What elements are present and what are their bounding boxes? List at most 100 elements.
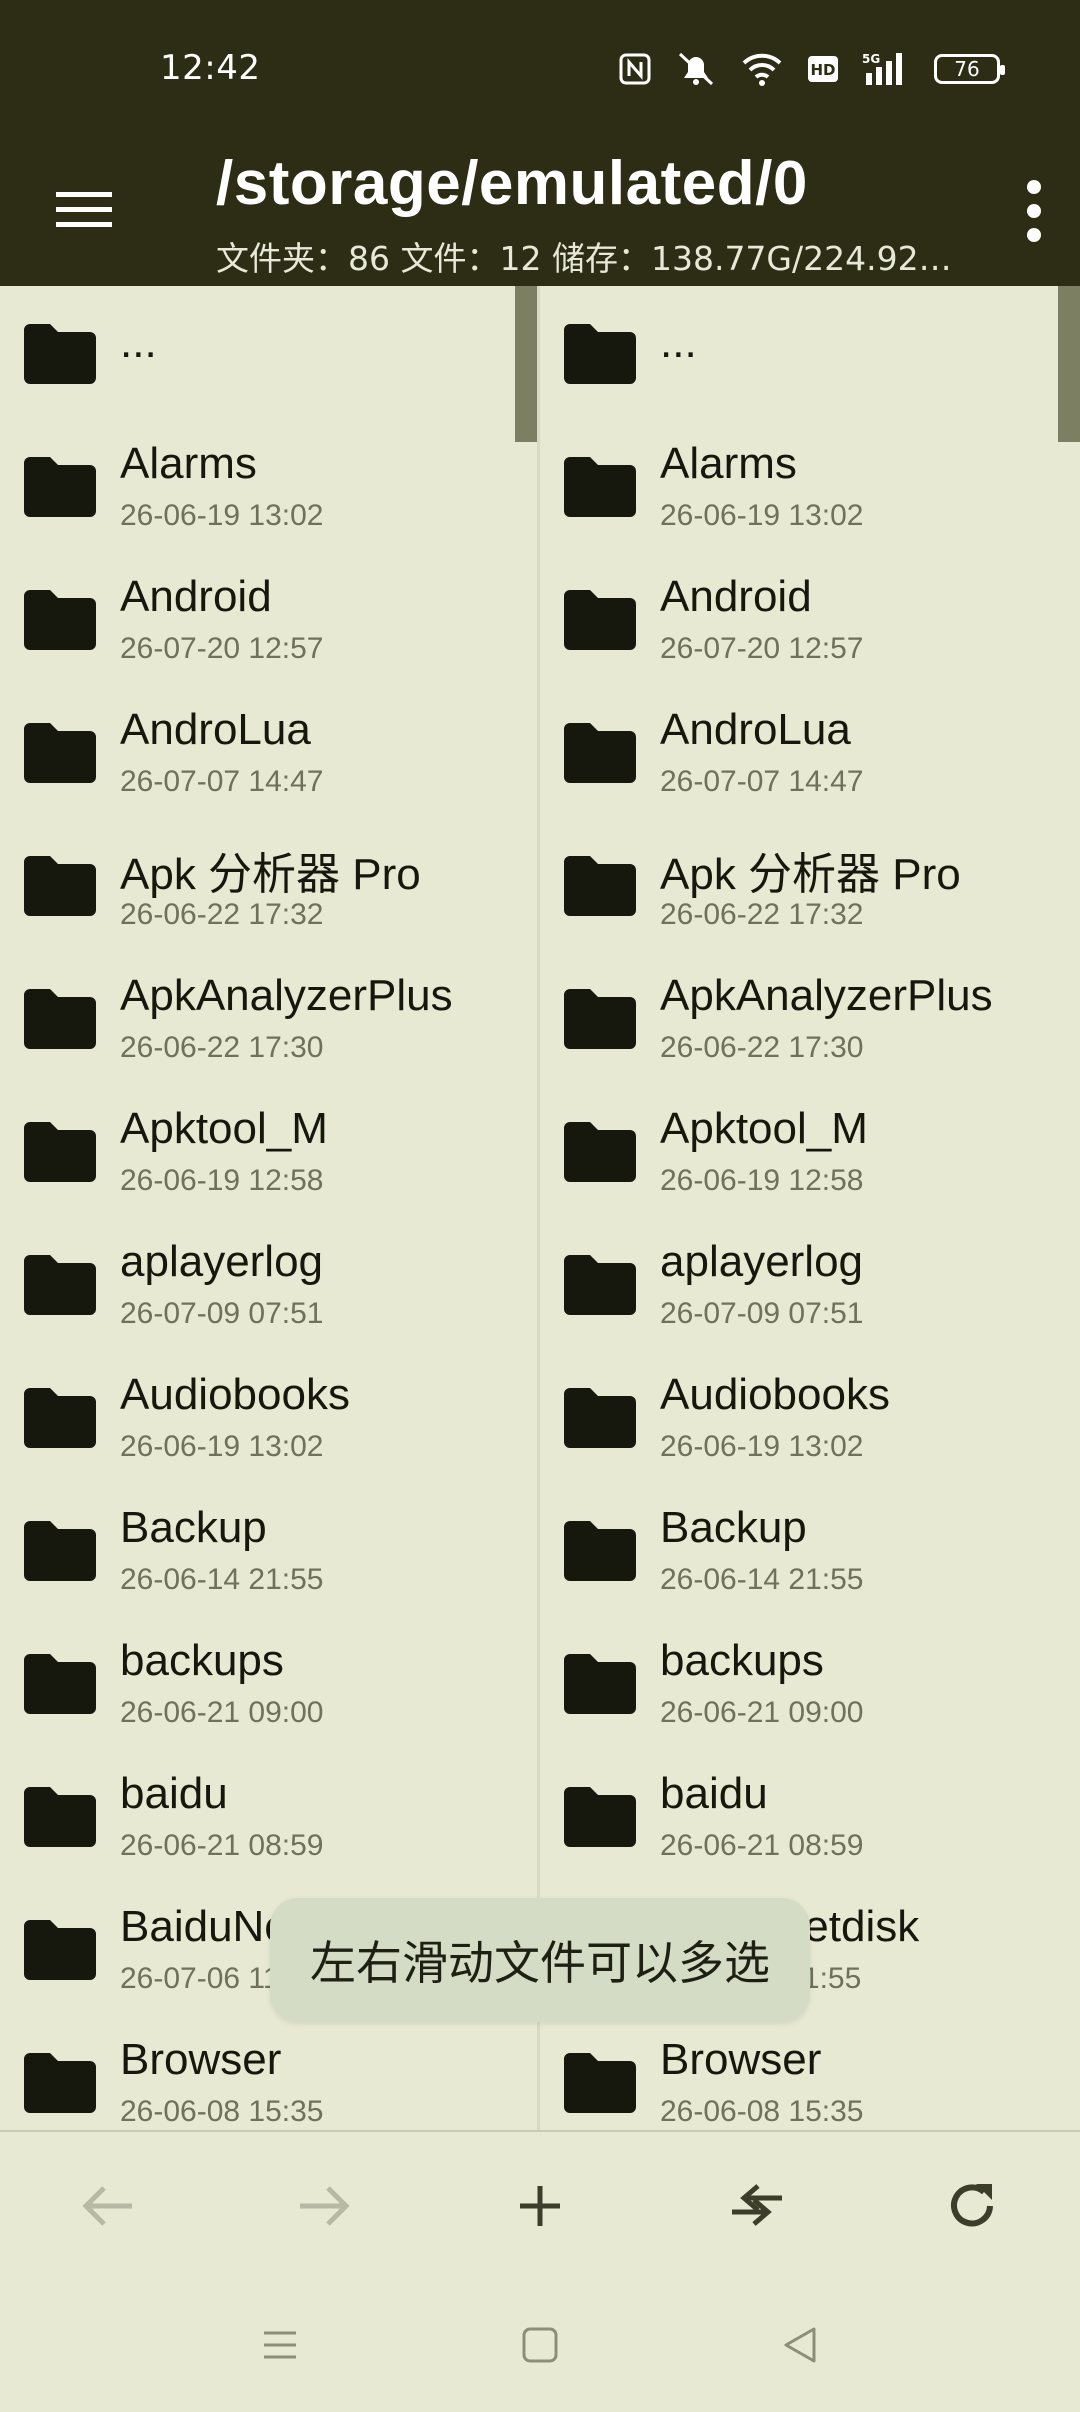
file-date: 26-07-20 12:57 <box>660 632 864 665</box>
back-button[interactable] <box>58 2156 158 2256</box>
recents-button[interactable] <box>245 2310 315 2380</box>
folder-icon <box>562 1519 638 1583</box>
file-row[interactable]: Audiobooks 26-06-19 13:02 <box>0 1350 537 1483</box>
file-name: AndroLua <box>120 705 311 754</box>
file-date: 26-06-22 17:32 <box>120 898 324 931</box>
home-button[interactable] <box>505 2310 575 2380</box>
arrow-left-icon <box>82 2186 132 2226</box>
file-row[interactable]: Apktool_M 26-06-19 12:58 <box>0 1084 537 1217</box>
file-row[interactable]: Audiobooks 26-06-19 13:02 <box>540 1350 1080 1483</box>
left-scrollbar[interactable] <box>515 286 537 442</box>
current-path: /storage/emulated/0 <box>216 149 808 218</box>
file-date: 26-06-19 13:02 <box>660 499 864 532</box>
file-row[interactable]: Apk 分析器 Pro 26-06-22 17:32 <box>540 818 1080 951</box>
file-name: backups <box>660 1636 824 1685</box>
folder-icon <box>562 1253 638 1317</box>
file-row[interactable]: ApkAnalyzerPlus 26-06-22 17:30 <box>540 951 1080 1084</box>
file-name: Android <box>660 572 812 621</box>
file-name: Backup <box>660 1503 807 1552</box>
file-row[interactable]: backups 26-06-21 09:00 <box>0 1616 537 1749</box>
folder-icon <box>562 588 638 652</box>
file-row[interactable]: AndroLua 26-07-07 14:47 <box>540 685 1080 818</box>
folder-icon <box>562 1120 638 1184</box>
bottom-toolbar <box>0 2130 1080 2280</box>
file-name: aplayerlog <box>660 1237 864 1286</box>
forward-button[interactable] <box>274 2156 374 2256</box>
file-date: 26-06-22 17:30 <box>660 1031 864 1064</box>
arrow-right-icon <box>300 2186 350 2226</box>
file-row[interactable]: Backup 26-06-14 21:55 <box>540 1483 1080 1616</box>
status-icons: HD 5G 76 <box>618 44 1005 94</box>
file-name: baidu <box>660 1769 768 1818</box>
file-date: 26-07-09 07:51 <box>660 1297 864 1330</box>
file-row[interactable]: ApkAnalyzerPlus 26-06-22 17:30 <box>0 951 537 1084</box>
folder-icon <box>22 1253 98 1317</box>
file-row[interactable]: AndroLua 26-07-07 14:47 <box>0 685 537 818</box>
folder-icon <box>562 1386 638 1450</box>
file-row[interactable]: Android 26-07-20 12:57 <box>0 552 537 685</box>
file-name: Apktool_M <box>660 1104 868 1153</box>
file-name: Audiobooks <box>660 1370 890 1419</box>
file-date: 26-06-14 21:55 <box>120 1563 324 1596</box>
folder-icon <box>562 1785 638 1849</box>
right-file-pane[interactable]: ... Alarms 26-06-19 13:02 Android 26-07-20 1… <box>540 286 1080 2130</box>
hd-icon: HD <box>806 54 840 84</box>
swap-button[interactable] <box>706 2156 806 2256</box>
folder-icon <box>22 455 98 519</box>
right-scrollbar[interactable] <box>1058 286 1080 442</box>
status-bar: 12:42 HD 5G 76 <box>0 0 1080 130</box>
file-row[interactable]: baidu 26-06-21 08:59 <box>540 1749 1080 1882</box>
add-button[interactable] <box>490 2156 590 2256</box>
dual-pane-container: ... Alarms 26-06-19 13:02 Android 26-07-20 1… <box>0 286 1080 2130</box>
file-name: Backup <box>120 1503 267 1552</box>
file-name: Apk 分析器 Pro <box>660 850 961 899</box>
file-row[interactable]: Browser 26-06-08 15:35 <box>540 2015 1080 2130</box>
folder-icon <box>562 455 638 519</box>
overflow-menu-button[interactable] <box>1004 166 1064 256</box>
file-date: 26-06-19 13:02 <box>660 1430 864 1463</box>
file-row[interactable]: Backup 26-06-14 21:55 <box>0 1483 537 1616</box>
file-row[interactable]: Apk 分析器 Pro 26-06-22 17:32 <box>0 818 537 951</box>
svg-text:HD: HD <box>810 61 835 79</box>
file-name: Browser <box>120 2035 282 2084</box>
folder-icon <box>562 987 638 1051</box>
system-back-button[interactable] <box>765 2310 835 2380</box>
battery-level: 76 <box>954 57 980 81</box>
mute-icon <box>674 50 718 88</box>
battery-icon: 76 <box>934 54 1005 84</box>
file-name: Android <box>120 572 272 621</box>
file-row[interactable]: aplayerlog 26-07-09 07:51 <box>540 1217 1080 1350</box>
file-row[interactable]: Alarms 26-06-19 13:02 <box>0 419 537 552</box>
file-row[interactable]: Browser 26-06-08 15:35 <box>0 2015 537 2130</box>
file-row[interactable]: Apktool_M 26-06-19 12:58 <box>540 1084 1080 1217</box>
signal-5g-icon: 5G <box>862 51 912 87</box>
file-date: 26-06-19 13:02 <box>120 1430 324 1463</box>
more-vert-icon <box>1027 180 1041 242</box>
file-row[interactable]: baidu 26-06-21 08:59 <box>0 1749 537 1882</box>
file-row[interactable]: Android 26-07-20 12:57 <box>540 552 1080 685</box>
file-row[interactable]: ... <box>0 286 537 419</box>
file-date: 26-06-21 08:59 <box>660 1829 864 1862</box>
file-row[interactable]: Alarms 26-06-19 13:02 <box>540 419 1080 552</box>
file-date: 26-06-21 09:00 <box>120 1696 324 1729</box>
file-date: 26-06-08 15:35 <box>660 2095 864 2128</box>
file-name: backups <box>120 1636 284 1685</box>
folder-icon <box>22 987 98 1051</box>
file-date: 26-06-08 15:35 <box>120 2095 324 2128</box>
file-date: 26-06-19 12:58 <box>120 1164 324 1197</box>
file-date: 26-06-21 08:59 <box>120 1829 324 1862</box>
file-row[interactable]: backups 26-06-21 09:00 <box>540 1616 1080 1749</box>
file-row[interactable]: aplayerlog 26-07-09 07:51 <box>0 1217 537 1350</box>
file-row[interactable]: ... <box>540 286 1080 419</box>
hamburger-menu-icon <box>56 192 112 227</box>
file-date: 26-07-09 07:51 <box>120 1297 324 1330</box>
left-file-pane[interactable]: ... Alarms 26-06-19 13:02 Android 26-07-20 1… <box>0 286 540 2130</box>
file-name: ApkAnalyzerPlus <box>120 971 453 1020</box>
file-name: Apktool_M <box>120 1104 328 1153</box>
folder-icon <box>562 322 638 386</box>
refresh-button[interactable] <box>922 2156 1022 2256</box>
folder-icon <box>562 1652 638 1716</box>
menu-button[interactable] <box>40 166 128 254</box>
file-date: 26-06-14 21:55 <box>660 1563 864 1596</box>
file-name: Audiobooks <box>120 1370 350 1419</box>
